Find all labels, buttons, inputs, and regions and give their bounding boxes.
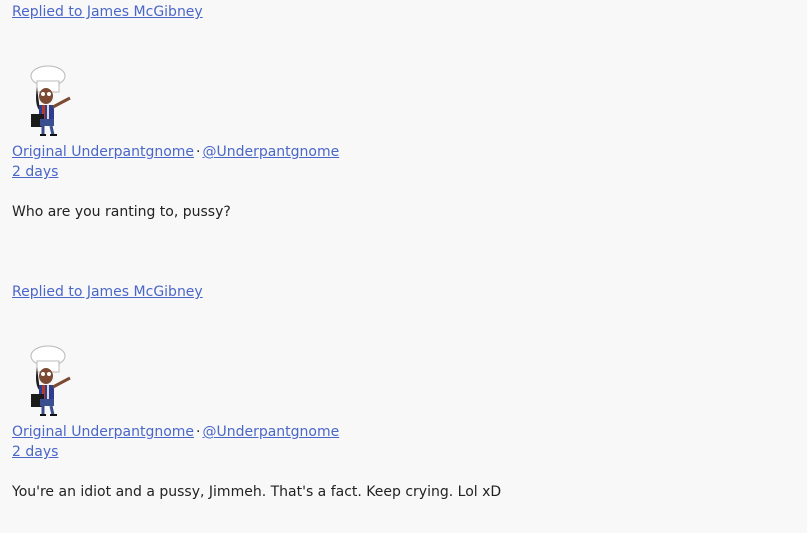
- author-name-link[interactable]: Original Underpantgnome: [12, 424, 194, 440]
- chef-avatar-icon: [30, 65, 71, 136]
- post-text: Who are you ranting to, pussy?: [12, 204, 231, 220]
- avatar[interactable]: [12, 63, 84, 137]
- post-text: You're an idiot and a pussy, Jimmeh. Tha…: [12, 484, 502, 500]
- replied-to-link[interactable]: Replied to James McGibney: [12, 283, 203, 301]
- author-handle-link[interactable]: @Underpantgnome: [202, 424, 339, 440]
- chef-avatar-icon: [30, 345, 71, 416]
- separator: ·: [196, 424, 201, 440]
- post: Replied to James McGibney Original Under…: [12, 3, 792, 233]
- avatar[interactable]: [12, 343, 84, 417]
- author-handle-link[interactable]: @Underpantgnome: [202, 144, 339, 160]
- timestamp-link[interactable]: 2 days: [12, 163, 58, 181]
- author-line: Original Underpantgnome · @Underpantgnome: [12, 423, 339, 441]
- replied-to-link[interactable]: Replied to James McGibney: [12, 3, 203, 21]
- timestamp-link[interactable]: 2 days: [12, 443, 58, 461]
- post: Replied to James McGibney Original Under…: [12, 283, 792, 513]
- separator: ·: [196, 144, 201, 160]
- author-line: Original Underpantgnome · @Underpantgnome: [12, 143, 339, 161]
- post-feed: Replied to James McGibney Original Under…: [0, 0, 807, 533]
- author-name-link[interactable]: Original Underpantgnome: [12, 144, 194, 160]
